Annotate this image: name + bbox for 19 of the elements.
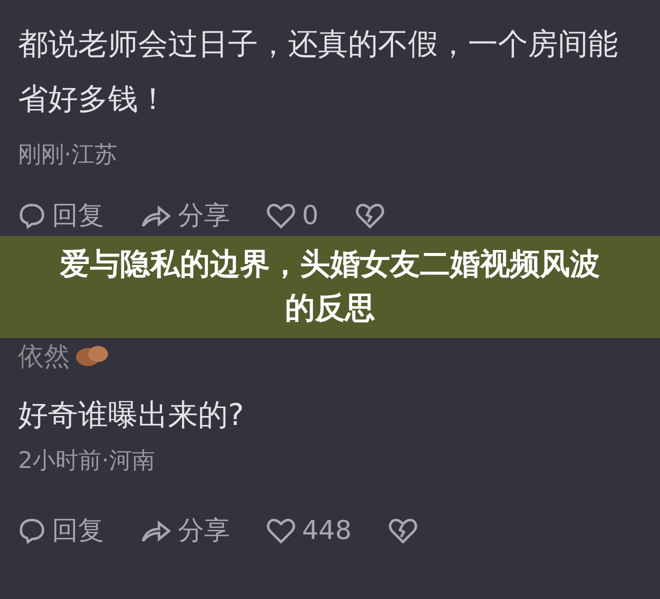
username[interactable]: 依然	[18, 338, 70, 374]
reply-button[interactable]: 回复	[52, 513, 104, 549]
banner-title: 爱与隐私的边界，头婚女友二婚视频风波的反思	[58, 246, 601, 328]
comment-icon[interactable]	[18, 202, 46, 230]
comment-meta: 2小时前·河南	[18, 447, 156, 476]
broken-heart-icon[interactable]	[354, 202, 385, 230]
share-button[interactable]: 分享	[178, 513, 230, 549]
badge-icon	[74, 343, 110, 369]
like-count: 0	[302, 200, 319, 233]
broken-heart-icon[interactable]	[388, 517, 418, 545]
comment-meta: 刚刚·江苏	[18, 141, 118, 170]
like-count: 448	[302, 515, 352, 548]
share-button[interactable]: 分享	[178, 198, 230, 234]
comment-text: 好奇谁曝出来的?	[18, 397, 245, 435]
comment-text: 都说老师会过日子，还真的不假，一个房间能省好多钱！	[18, 26, 619, 119]
reply-button[interactable]: 回复	[52, 198, 104, 234]
heart-icon[interactable]	[266, 202, 296, 230]
comment-icon[interactable]	[18, 517, 46, 545]
heart-icon[interactable]	[266, 517, 296, 545]
